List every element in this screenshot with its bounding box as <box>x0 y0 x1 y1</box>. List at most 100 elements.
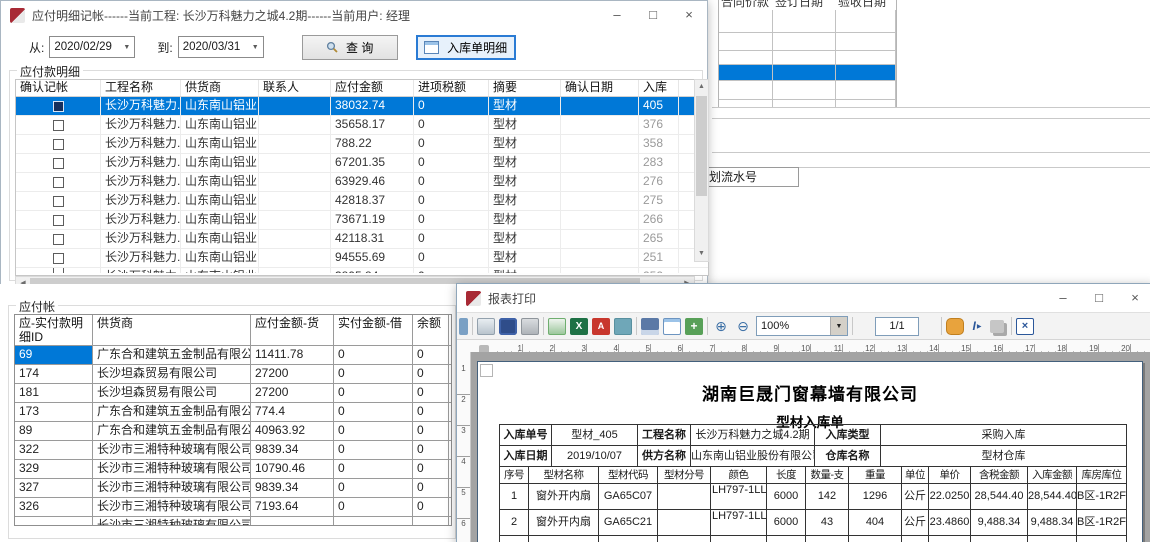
close-preview-icon[interactable]: × <box>1016 318 1034 335</box>
column-header[interactable]: 供货商 <box>93 315 251 345</box>
table-row[interactable]: 174 长沙坦森贸易有限公司 27200 0 0 <box>15 365 451 384</box>
zoom-in-icon[interactable]: ⊕ <box>712 318 730 335</box>
table-row[interactable]: 长沙万科魅力... 山东南山铝业... 38032.74 0 型材 405 <box>16 97 708 116</box>
column-header[interactable]: 应-实付款明细ID <box>15 315 93 345</box>
title-bar[interactable]: 应付明细记帐------当前工程: 长沙万科魅力之城4.2期------当前用户… <box>1 1 707 29</box>
column-header[interactable]: 确认记帐 <box>16 80 101 96</box>
to-date-select[interactable]: 2020/03/31 ▼ <box>178 36 264 58</box>
query-button[interactable]: 查 询 <box>302 35 398 60</box>
export-pdf-icon[interactable]: A <box>592 318 610 335</box>
document-icon[interactable] <box>663 318 681 335</box>
panel-icon[interactable] <box>459 318 468 335</box>
table-row[interactable] <box>719 81 896 100</box>
export-excel-icon[interactable]: X <box>570 318 588 335</box>
table-row[interactable] <box>719 100 896 107</box>
column-header[interactable]: 确认日期 <box>561 80 639 96</box>
column-header[interactable]: 余额 <box>413 315 449 345</box>
table-row[interactable] <box>719 10 896 33</box>
column-header[interactable]: 供货商 <box>181 80 259 96</box>
table-row[interactable]: 327 长沙市三湘特种玻璃有限公司 9839.34 0 0 <box>15 479 451 498</box>
table-row[interactable]: 173 广东合和建筑五金制品有限公司 774.4 0 0 <box>15 403 451 422</box>
hand-tool-icon[interactable] <box>946 318 964 335</box>
vertical-scrollbar[interactable]: ▲ ▼ <box>694 79 709 262</box>
cell-detail-id[interactable]: 326 <box>15 498 93 516</box>
table-row[interactable]: 长沙市三湘特种玻璃有限公司 <box>15 517 451 525</box>
table-row[interactable]: 长沙万科魅力... 山东南山铝业... 35658.17 0 型材 376 <box>16 116 708 135</box>
cell-detail-id[interactable]: 181 <box>15 384 93 402</box>
export-icon[interactable] <box>548 318 566 335</box>
close-button[interactable]: × <box>671 2 707 28</box>
table-row[interactable]: 长沙万科魅力... 山东南山铝业... 94555.69 0 型材 251 <box>16 249 708 268</box>
table-row[interactable]: 329 长沙市三湘特种玻璃有限公司 10790.46 0 0 <box>15 460 451 479</box>
print-icon[interactable] <box>477 318 495 335</box>
confirm-checkbox[interactable] <box>53 196 64 207</box>
table-row[interactable]: 长沙万科魅力... 山东南山铝业... 42118.31 0 型材 265 <box>16 230 708 249</box>
save-icon[interactable] <box>641 318 659 335</box>
text-select-icon[interactable]: I <box>968 318 986 335</box>
export-mail-icon[interactable] <box>614 318 632 335</box>
column-header[interactable]: 入库 <box>639 80 679 96</box>
table-row[interactable]: 长沙万科魅力... 山东南山铝业... 63929.46 0 型材 276 <box>16 173 708 192</box>
title-bar[interactable]: 报表打印 – □ × <box>457 284 1150 312</box>
cell-detail-id[interactable]: 329 <box>15 460 93 478</box>
from-date-select[interactable]: 2020/02/29 ▼ <box>49 36 135 58</box>
cell-project: 长沙万科魅力... <box>101 192 181 210</box>
cell-detail-id[interactable]: 173 <box>15 403 93 421</box>
confirm-checkbox[interactable] <box>53 215 64 226</box>
scrollbar-thumb[interactable] <box>696 96 707 196</box>
insert-table-icon[interactable]: + <box>685 318 703 335</box>
zoom-out-icon[interactable]: ⊖ <box>734 318 752 335</box>
scroll-down-icon[interactable]: ▼ <box>698 247 705 261</box>
table-row[interactable]: 长沙万科魅力... 山东南山铝业... 42818.37 0 型材 275 <box>16 192 708 211</box>
column-header[interactable]: 进项税额 <box>414 80 489 96</box>
page-indicator[interactable]: 1/1 <box>875 317 919 336</box>
cell-detail-id[interactable]: 69 <box>15 346 93 364</box>
inbound-detail-button[interactable]: 入库单明细 <box>416 35 516 60</box>
confirm-checkbox[interactable] <box>53 268 64 273</box>
cell-detail-id[interactable]: 174 <box>15 365 93 383</box>
column-header[interactable]: 应付金额 <box>331 80 414 96</box>
table-row[interactable]: 322 长沙市三湘特种玻璃有限公司 9839.34 0 0 <box>15 441 451 460</box>
table-row[interactable]: 长沙万科魅力 山东南山铝业 3895.84 0 型材 252 <box>16 268 708 273</box>
book-icon[interactable] <box>499 318 517 335</box>
column-header[interactable]: 工程名称 <box>101 80 181 96</box>
report-page[interactable]: 湖南巨晟门窗幕墙有限公司 型材入库单 入库单号 型材_405 工程名称 长沙万科… <box>477 361 1143 542</box>
confirm-checkbox[interactable] <box>53 139 64 150</box>
confirm-checkbox[interactable] <box>53 120 64 131</box>
table-row[interactable]: 69 广东合和建筑五金制品有限公司 11411.78 0 0 <box>15 346 451 365</box>
table-row[interactable]: 长沙万科魅力... 山东南山铝业... 73671.19 0 型材 266 <box>16 211 708 230</box>
table-row[interactable] <box>719 33 896 51</box>
table-row[interactable] <box>719 51 896 65</box>
zoom-level-select[interactable]: 100% ▼ <box>756 316 848 336</box>
close-button[interactable]: × <box>1117 285 1150 311</box>
table-row[interactable]: 181 长沙坦森贸易有限公司 27200 0 0 <box>15 384 451 403</box>
confirm-checkbox[interactable] <box>53 158 64 169</box>
settings-icon[interactable] <box>521 318 539 335</box>
minimize-button[interactable]: – <box>1045 285 1081 311</box>
maximize-button[interactable]: □ <box>1081 285 1117 311</box>
cell-detail-id[interactable]: 322 <box>15 441 93 459</box>
confirm-checkbox[interactable] <box>53 177 64 188</box>
table-row[interactable]: 89 广东合和建筑五金制品有限公司 40963.92 0 0 <box>15 422 451 441</box>
cell-balance: 0 <box>413 346 449 364</box>
column-header[interactable]: 联系人 <box>259 80 331 96</box>
column-header[interactable]: 实付金额-借 <box>334 315 413 345</box>
column-header[interactable]: 应付金额-货 <box>251 315 334 345</box>
cell-detail-id[interactable]: 89 <box>15 422 93 440</box>
confirm-checkbox[interactable] <box>53 253 64 264</box>
confirm-checkbox[interactable] <box>53 234 64 245</box>
cell-detail-id[interactable]: 327 <box>15 479 93 497</box>
table-row-selected[interactable] <box>719 65 896 81</box>
table-row[interactable]: 长沙万科魅力... 山东南山铝业... 788.22 0 型材 358 <box>16 135 708 154</box>
minimize-button[interactable]: – <box>599 2 635 28</box>
scroll-up-icon[interactable]: ▲ <box>698 80 705 94</box>
table-body: 69 广东合和建筑五金制品有限公司 11411.78 0 0 174 长沙坦森贸… <box>15 346 451 525</box>
table-row[interactable]: 长沙万科魅力... 山东南山铝业... 67201.35 0 型材 283 <box>16 154 708 173</box>
report-preview-area[interactable]: 123456 湖南巨晟门窗幕墙有限公司 型材入库单 入库单号 型材_405 工程… <box>457 352 1150 542</box>
cell-detail-id[interactable] <box>15 517 93 525</box>
confirm-checkbox[interactable] <box>53 101 64 112</box>
table-row[interactable]: 326 长沙市三湘特种玻璃有限公司 7193.64 0 0 <box>15 498 451 517</box>
maximize-button[interactable]: □ <box>635 2 671 28</box>
copy-icon[interactable] <box>990 320 1004 333</box>
column-header[interactable]: 摘要 <box>489 80 561 96</box>
